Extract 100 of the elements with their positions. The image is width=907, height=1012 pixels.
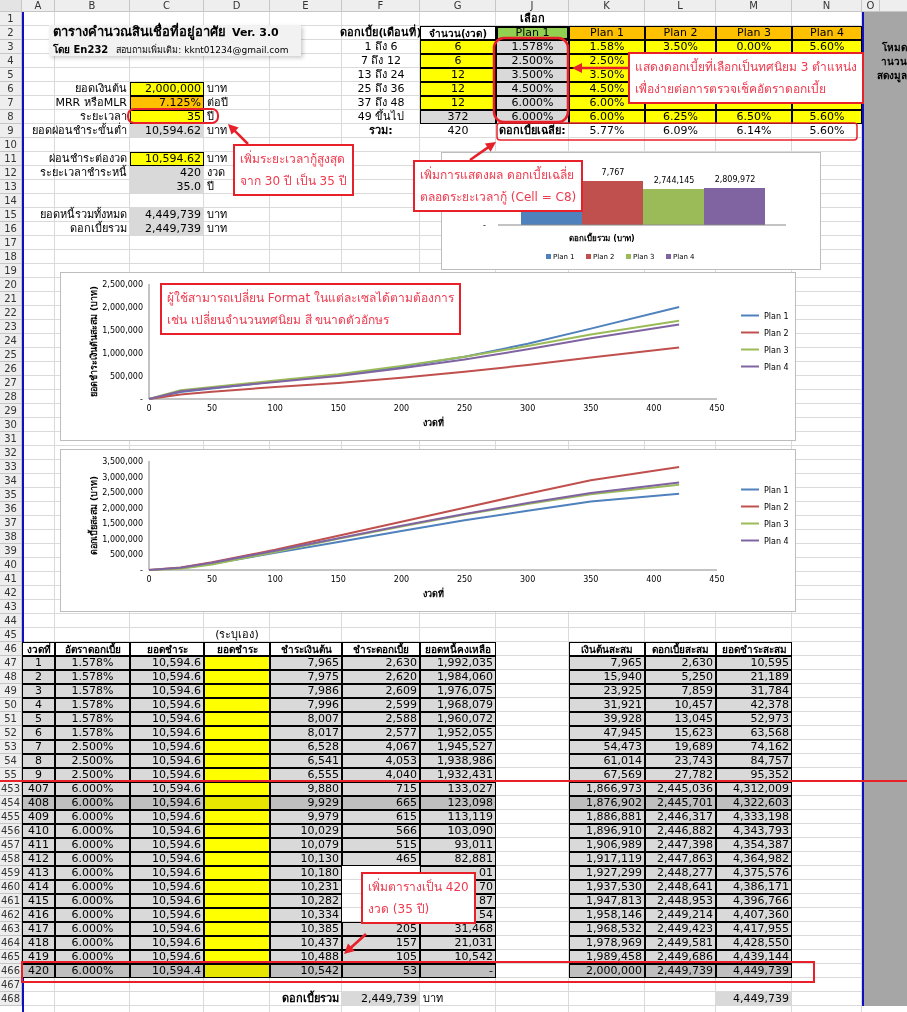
row-header[interactable]: 33 xyxy=(0,460,22,474)
row-header[interactable]: 25 xyxy=(0,348,22,362)
row-header[interactable]: 467 xyxy=(0,978,22,992)
column-header[interactable]: M xyxy=(716,0,792,12)
table-cell: 1,886,881 xyxy=(569,810,645,824)
row-header[interactable]: 1 xyxy=(0,12,22,26)
row-header[interactable]: 16 xyxy=(0,222,22,236)
row-header[interactable]: 18 xyxy=(0,250,22,264)
row-header[interactable]: 30 xyxy=(0,418,22,432)
row-header[interactable]: 32 xyxy=(0,446,22,460)
row-header[interactable]: 35 xyxy=(0,488,22,502)
row-header[interactable]: 46 xyxy=(0,642,22,656)
row-header[interactable]: 468 xyxy=(0,992,22,1006)
row-header[interactable]: 47 xyxy=(0,656,22,670)
table-cell: 7,965 xyxy=(270,656,342,670)
row-header[interactable]: 51 xyxy=(0,712,22,726)
row-header[interactable]: 4 xyxy=(0,54,22,68)
row-header[interactable]: 11 xyxy=(0,152,22,166)
row-header[interactable]: 461 xyxy=(0,894,22,908)
row-header[interactable]: 457 xyxy=(0,838,22,852)
row-header[interactable]: 12 xyxy=(0,166,22,180)
cell-text: 1 ถึง 6 xyxy=(364,38,398,55)
note-text: โหมด xyxy=(882,41,907,54)
axis-title: ดอกเบี้ยรวม (บาท) xyxy=(569,234,635,243)
row-header[interactable]: 50 xyxy=(0,698,22,712)
table-cell: 5,250 xyxy=(645,670,716,684)
legend-label: Plan 2 xyxy=(764,328,789,338)
row-header[interactable]: 10 xyxy=(0,138,22,152)
row-header[interactable]: 41 xyxy=(0,572,22,586)
row-header[interactable]: 462 xyxy=(0,908,22,922)
table-cell: 7 xyxy=(22,740,55,754)
row-header[interactable]: 40 xyxy=(0,558,22,572)
row-header[interactable]: 26 xyxy=(0,362,22,376)
row-header[interactable]: 6 xyxy=(0,82,22,96)
row-header[interactable]: 29 xyxy=(0,404,22,418)
row-header[interactable]: 20 xyxy=(0,278,22,292)
row-header[interactable]: 49 xyxy=(0,684,22,698)
row-header[interactable]: 463 xyxy=(0,922,22,936)
table-cell: 15,623 xyxy=(645,726,716,740)
table-cell: 2,609 xyxy=(342,684,420,698)
row-header[interactable]: 54 xyxy=(0,754,22,768)
row-header[interactable]: 22 xyxy=(0,306,22,320)
row-header[interactable]: 17 xyxy=(0,236,22,250)
table-cell: 10,457 xyxy=(645,698,716,712)
row-header[interactable]: 39 xyxy=(0,544,22,558)
column-header[interactable]: L xyxy=(645,0,716,12)
row-header[interactable]: 44 xyxy=(0,614,22,628)
row-header[interactable]: 455 xyxy=(0,810,22,824)
column-header[interactable]: D xyxy=(204,0,270,12)
row-header[interactable]: 43 xyxy=(0,600,22,614)
row-header[interactable]: 34 xyxy=(0,474,22,488)
row-header[interactable]: 15 xyxy=(0,208,22,222)
row-header[interactable]: 45 xyxy=(0,628,22,642)
legend-swatch xyxy=(586,254,591,259)
row-header[interactable]: 2 xyxy=(0,26,22,40)
row-header[interactable]: 38 xyxy=(0,530,22,544)
row-header[interactable]: 459 xyxy=(0,866,22,880)
row-header[interactable]: 52 xyxy=(0,726,22,740)
row-header[interactable]: 5 xyxy=(0,68,22,82)
row-header[interactable]: 7 xyxy=(0,96,22,110)
column-header[interactable]: N xyxy=(792,0,862,12)
row-header[interactable]: 13 xyxy=(0,180,22,194)
row-header[interactable]: 456 xyxy=(0,824,22,838)
row-header[interactable]: 19 xyxy=(0,264,22,278)
row-header[interactable]: 453 xyxy=(0,782,22,796)
row-header[interactable]: 465 xyxy=(0,950,22,964)
column-header[interactable]: O xyxy=(862,0,880,12)
column-header[interactable]: B xyxy=(55,0,130,12)
column-header[interactable]: F xyxy=(342,0,420,12)
row-header[interactable]: 23 xyxy=(0,320,22,334)
table-cell: 6.000% xyxy=(55,936,130,950)
row-header[interactable]: 27 xyxy=(0,376,22,390)
row-header[interactable]: 53 xyxy=(0,740,22,754)
row-header[interactable]: 21 xyxy=(0,292,22,306)
row-header[interactable]: 8 xyxy=(0,110,22,124)
column-header[interactable]: J xyxy=(496,0,569,12)
row-header[interactable]: 3 xyxy=(0,40,22,54)
row-header[interactable]: 466 xyxy=(0,964,22,978)
row-header[interactable]: 24 xyxy=(0,334,22,348)
row-header[interactable]: 464 xyxy=(0,936,22,950)
column-header[interactable]: C xyxy=(130,0,204,12)
rate-cell: 4.500% xyxy=(496,82,569,96)
column-header[interactable]: E xyxy=(270,0,342,12)
row-header[interactable]: 42 xyxy=(0,586,22,600)
column-header[interactable]: K xyxy=(569,0,645,12)
row-header[interactable]: 36 xyxy=(0,502,22,516)
row-header[interactable]: 28 xyxy=(0,390,22,404)
column-header[interactable]: A xyxy=(22,0,55,12)
row-header[interactable]: 14 xyxy=(0,194,22,208)
table-cell: 6.000% xyxy=(55,838,130,852)
row-header[interactable]: 458 xyxy=(0,852,22,866)
row-header[interactable]: 31 xyxy=(0,432,22,446)
row-header[interactable]: 48 xyxy=(0,670,22,684)
axis-tick-label: 100 xyxy=(267,575,283,584)
select-all-corner[interactable] xyxy=(0,0,22,12)
row-header[interactable]: 454 xyxy=(0,796,22,810)
row-header[interactable]: 9 xyxy=(0,124,22,138)
column-header[interactable]: G xyxy=(420,0,496,12)
row-header[interactable]: 460 xyxy=(0,880,22,894)
row-header[interactable]: 37 xyxy=(0,516,22,530)
